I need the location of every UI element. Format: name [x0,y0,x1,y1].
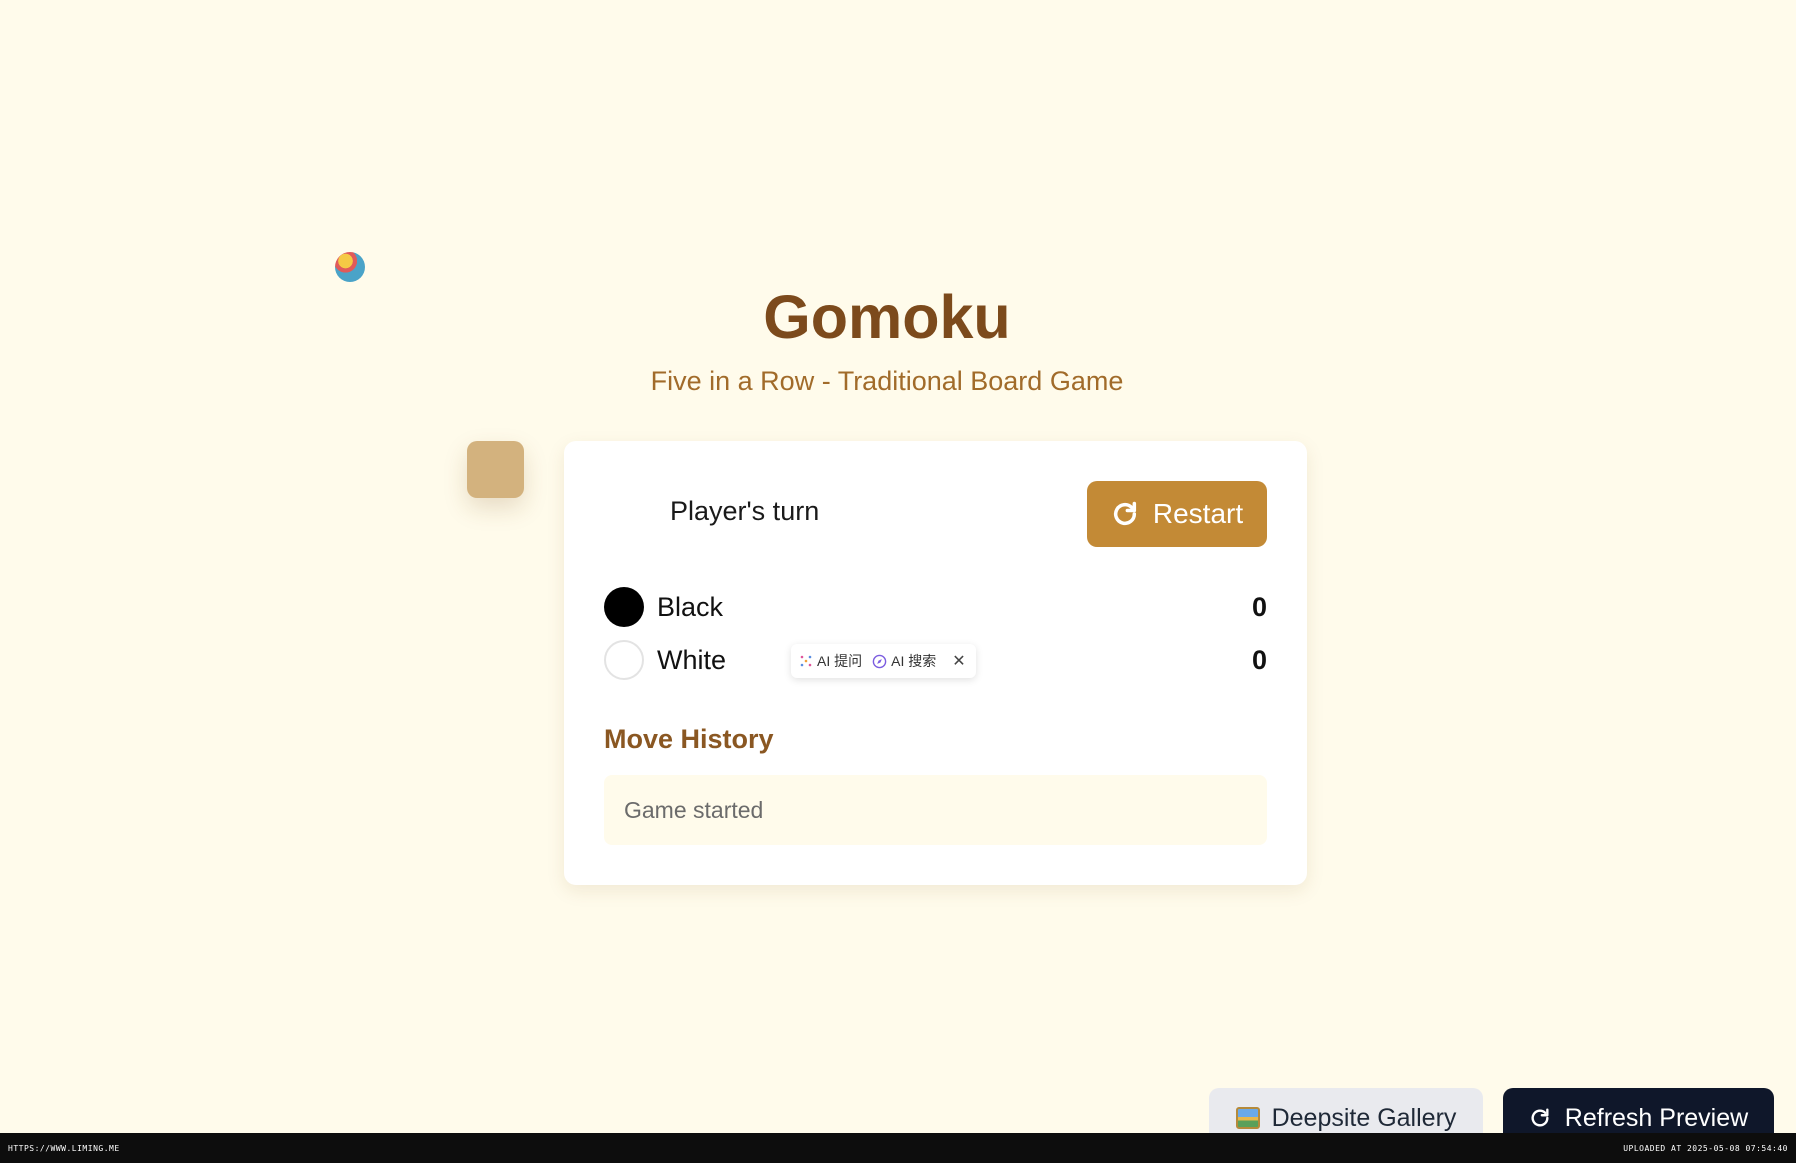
floating-logo-icon [335,252,365,282]
refresh-icon [1531,1108,1549,1127]
compass-icon [872,654,887,668]
ai-popup: AI 提问 AI 搜索 ✕ [791,644,976,678]
gallery-label: Deepsite Gallery [1271,1103,1457,1132]
close-icon[interactable]: ✕ [952,651,965,671]
restart-button[interactable]: Restart [1087,481,1267,547]
ai-ask-item[interactable]: AI 提问 [799,651,862,671]
refresh-icon [1113,501,1136,526]
white-stone-icon [604,640,644,680]
player-row-black: Black 0 [604,587,1267,627]
ai-search-item[interactable]: AI 搜索 [872,651,936,671]
player-name: Black [657,591,724,622]
history-entry: Game started [624,796,764,823]
ai-search-label: AI 搜索 [891,653,937,669]
refresh-label: Refresh Preview [1564,1103,1749,1132]
turn-indicator: Player's turn [670,496,820,526]
picture-icon [1235,1107,1260,1129]
ai-ask-label: AI 提问 [817,653,863,669]
move-history-list: Game started [604,775,1267,845]
board-tile[interactable] [467,441,524,498]
game-card: Player's turn Restart Black 0 White 0 AI… [564,441,1307,885]
restart-label: Restart [1152,498,1244,529]
watermark-uploaded: UPLOADED AT 2025-05-08 07:54:40 [1623,1143,1788,1153]
black-stone-icon [604,587,644,627]
page-title: Gomoku [763,283,1011,351]
sparkle-icon [800,655,812,667]
page-subtitle: Five in a Row - Traditional Board Game [650,366,1124,396]
watermark-bar: HTTPS://WWW.LIMING.ME UPLOADED AT 2025-0… [0,1133,1796,1163]
move-history-heading: Move History [604,724,774,754]
player-score: 0 [1251,591,1267,622]
watermark-url: HTTPS://WWW.LIMING.ME [8,1143,120,1153]
player-score: 0 [1251,644,1267,675]
player-name: White [657,644,727,675]
